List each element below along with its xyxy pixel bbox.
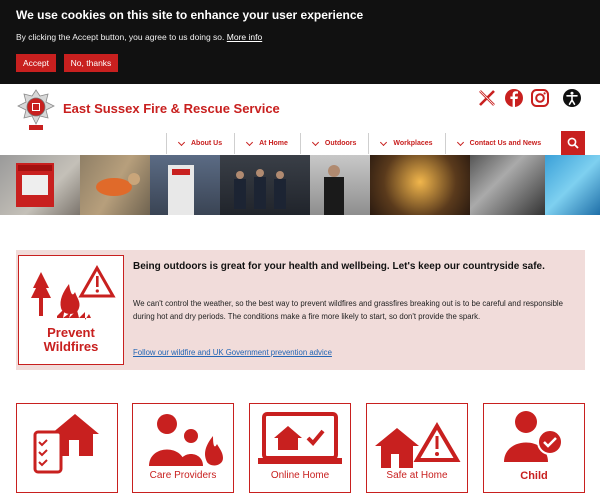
fire-service-crest-icon <box>17 89 55 130</box>
prevent-wildfires-logo: Prevent Wildfires <box>18 255 124 365</box>
fire-alarm-image <box>0 155 80 215</box>
sprinkler-image <box>370 155 470 215</box>
card-label: Child <box>520 470 548 482</box>
nav-item-outdoors[interactable]: Outdoors <box>299 133 369 154</box>
nav-item-workplaces[interactable]: Workplaces <box>368 133 444 154</box>
water-image <box>545 155 600 215</box>
card-label: Online Home <box>270 470 330 481</box>
fire-scene-image <box>470 155 545 215</box>
more-info-link[interactable]: More info <box>227 32 262 42</box>
nav-item-at-home[interactable]: At Home <box>234 133 300 154</box>
facebook-icon[interactable] <box>505 89 523 107</box>
main-nav: About Us At Home Outdoors Workplaces Con… <box>166 133 553 154</box>
site-logo[interactable] <box>16 88 56 132</box>
alert-heading: Being outdoors is great for your health … <box>133 261 545 272</box>
chevron-down-icon <box>456 138 464 146</box>
safe-at-home-icon <box>375 422 461 468</box>
chevron-down-icon <box>380 138 388 146</box>
accessibility-icon[interactable] <box>563 89 581 107</box>
decline-button[interactable]: No, thanks <box>64 54 118 72</box>
dog-image <box>80 155 150 215</box>
nav-label: Workplaces <box>393 140 433 147</box>
accept-button[interactable]: Accept <box>16 54 56 72</box>
crew-image <box>220 155 310 215</box>
chevron-down-icon <box>177 138 186 146</box>
logo-word-prevent: Prevent <box>47 325 95 340</box>
nav-label: Contact Us and News <box>469 140 542 147</box>
crew-illustration <box>234 169 286 209</box>
dog-illustration <box>96 173 140 196</box>
online-home-laptop-icon <box>258 412 342 464</box>
card-label: Safe at Home <box>386 470 448 481</box>
cookie-banner: We use cookies on this site to enhance y… <box>0 0 600 84</box>
wildfire-advice-link[interactable]: Follow our wildfire and UK Government pr… <box>133 348 332 357</box>
firefighter-illustration <box>168 165 194 215</box>
child-safety-icon <box>504 411 563 462</box>
person-image <box>310 155 370 215</box>
firefighters-image <box>150 155 220 215</box>
hero-banner <box>0 155 600 215</box>
fire-alarm-illustration <box>16 163 54 207</box>
nav-item-about-us[interactable]: About Us <box>166 133 234 154</box>
cookie-title: We use cookies on this site to enhance y… <box>16 8 364 22</box>
nav-item-contact-us[interactable]: Contact Us and News <box>444 133 554 154</box>
nav-label: About Us <box>191 140 223 147</box>
chevron-down-icon <box>311 138 319 146</box>
logo-word-wildfires: Wildfires <box>43 339 99 354</box>
wildfire-alert: Prevent Wildfires Being outdoors is grea… <box>16 250 585 370</box>
care-providers-icon <box>149 414 223 466</box>
card-label: Care Providers <box>149 470 217 481</box>
search-button[interactable] <box>561 131 585 155</box>
chevron-down-icon <box>246 138 254 146</box>
search-icon <box>567 137 579 149</box>
logo-caption: Prevent Wildfires <box>19 326 123 354</box>
nav-label: At Home <box>259 140 288 147</box>
site-name[interactable]: East Sussex Fire & Rescue Service <box>63 101 280 116</box>
person-illustration <box>324 165 344 215</box>
x-icon[interactable] <box>478 89 496 107</box>
instagram-icon[interactable] <box>531 89 549 107</box>
nav-label: Outdoors <box>324 140 357 147</box>
home-checklist-icon <box>33 414 99 474</box>
cookie-message: By clicking the Accept button, you agree… <box>16 32 262 42</box>
cookie-message-text: By clicking the Accept button, you agree… <box>16 32 225 42</box>
alert-body: We can't control the weather, so the bes… <box>133 299 563 321</box>
